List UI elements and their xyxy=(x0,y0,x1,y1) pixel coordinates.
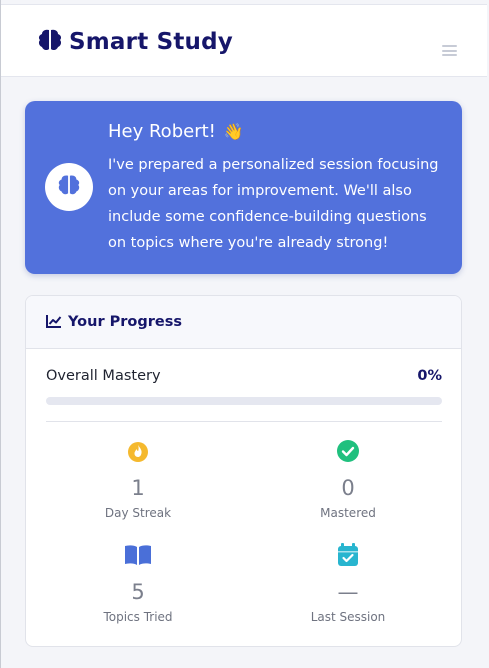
stat-value: 1 xyxy=(131,476,145,500)
progress-title: Your Progress xyxy=(68,314,183,330)
brain-icon xyxy=(57,173,81,201)
mastery-progress-bar xyxy=(46,397,442,405)
brain-icon xyxy=(37,27,63,57)
stat-value: 0 xyxy=(341,476,355,500)
stat-label: Mastered xyxy=(320,506,376,520)
calendar-check-icon xyxy=(248,542,448,568)
app-title: Smart Study xyxy=(69,29,233,55)
stat-mastered: 0 Mastered xyxy=(248,438,448,520)
divider xyxy=(46,421,442,422)
mastery-row: Overall Mastery 0% xyxy=(46,368,442,384)
stat-value: — xyxy=(337,580,359,604)
stat-day-streak: 1 Day Streak xyxy=(38,438,238,520)
stat-value: 5 xyxy=(131,580,145,604)
menu-icon[interactable] xyxy=(442,45,457,56)
waving-hand-icon: 👋 xyxy=(223,122,244,141)
brand[interactable]: Smart Study xyxy=(37,27,233,57)
assistant-avatar xyxy=(45,163,93,211)
book-icon xyxy=(38,542,238,568)
greeting-card: Hey Robert! 👋 I've prepared a personaliz… xyxy=(25,101,462,274)
check-circle-icon xyxy=(248,438,448,464)
flame-icon xyxy=(38,438,238,464)
stat-label: Last Session xyxy=(310,610,386,624)
stat-last-session: — Last Session xyxy=(248,542,448,624)
mastery-value: 0% xyxy=(417,368,442,384)
progress-card-header: Your Progress xyxy=(26,296,461,349)
greeting-name: Hey Robert! xyxy=(108,121,216,142)
stat-label: Day Streak xyxy=(104,506,172,520)
chart-line-icon xyxy=(46,313,62,332)
mastery-label: Overall Mastery xyxy=(46,368,161,384)
progress-card: Your Progress Overall Mastery 0% 1 Day S… xyxy=(25,295,462,647)
greeting-title: Hey Robert! 👋 xyxy=(108,121,244,142)
greeting-message: I've prepared a personalized session foc… xyxy=(108,157,439,251)
stat-topics-tried: 5 Topics Tried xyxy=(38,542,238,624)
window-edge xyxy=(0,0,1,668)
stat-label: Topics Tried xyxy=(103,610,173,624)
app-header: Smart Study xyxy=(1,4,487,77)
